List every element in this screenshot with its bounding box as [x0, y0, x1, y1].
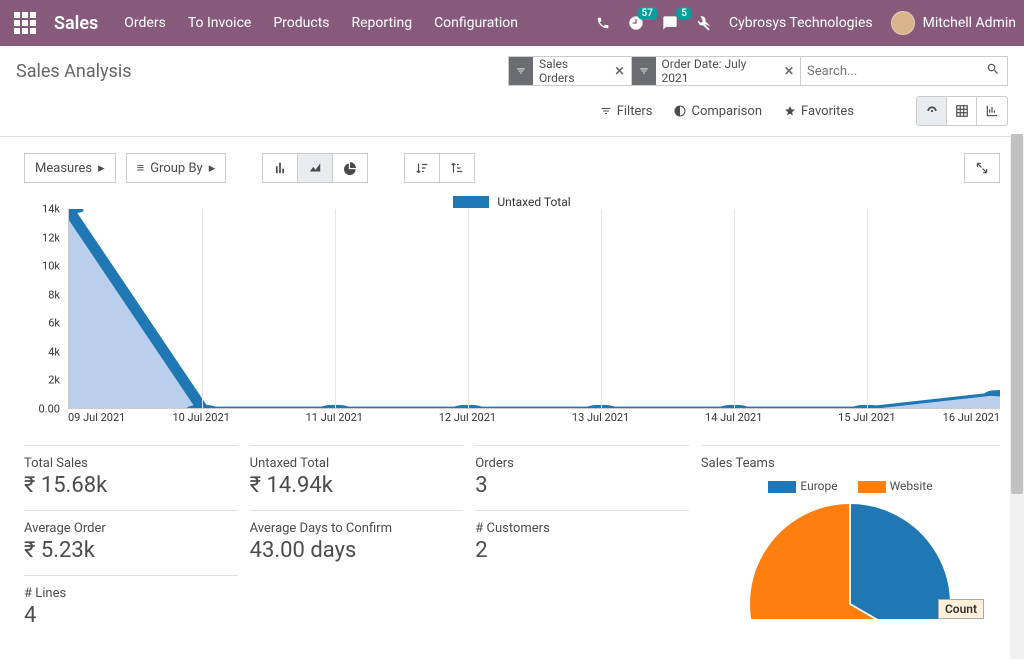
measures-button[interactable]: Measures ▸: [24, 153, 116, 183]
content-area: Measures ▸ ≡ Group By ▸ Untaxed Total 14…: [0, 137, 1024, 662]
chat-icon[interactable]: 5: [662, 15, 678, 31]
filters-button[interactable]: Filters: [600, 104, 653, 119]
kpi-customers: # Customers 2: [475, 510, 689, 575]
list-icon: ≡: [137, 160, 145, 176]
nav-right: 57 5 Cybrosys Technologies Mitchell Admi…: [596, 11, 1016, 35]
sort-asc-button[interactable]: [439, 153, 475, 183]
facet-sales-orders: Sales Orders ✕: [509, 57, 632, 85]
expand-button[interactable]: [964, 153, 1000, 183]
nav-link-configuration[interactable]: Configuration: [434, 15, 518, 31]
kpi-total-sales: Total Sales ₹ 15.68k: [24, 445, 238, 510]
avatar: [891, 11, 915, 35]
top-navbar: Sales Orders To Invoice Products Reporti…: [0, 0, 1024, 46]
comparison-button[interactable]: Comparison: [674, 104, 762, 119]
kpi-average-order: Average Order ₹ 5.23k: [24, 510, 238, 575]
view-switcher: [916, 96, 1008, 126]
pie-legend: Europe Website: [701, 479, 1000, 493]
scrollbar[interactable]: [1010, 134, 1024, 659]
kpi-untaxed-total: Untaxed Total ₹ 14.94k: [250, 445, 464, 510]
chat-badge: 5: [676, 7, 692, 20]
filter-icon: [632, 57, 656, 85]
favorites-button[interactable]: Favorites: [784, 104, 854, 119]
kpi-orders: Orders 3: [475, 445, 689, 510]
legend-europe: Europe: [768, 479, 837, 493]
kpi-avg-days: Average Days to Confirm 43.00 days: [250, 510, 464, 575]
search-icon[interactable]: [979, 62, 1007, 80]
nav-link-orders[interactable]: Orders: [124, 15, 166, 31]
legend-website: Website: [858, 479, 933, 493]
kpi-row: Total Sales ₹ 15.68k Average Order ₹ 5.2…: [24, 445, 1000, 640]
x-axis: 09 Jul 202110 Jul 202111 Jul 202112 Jul …: [68, 411, 1000, 429]
y-axis: 14k12k10k8k6k4k2k0.00: [28, 209, 64, 409]
search-input[interactable]: [801, 64, 979, 79]
timer-icon[interactable]: 57: [628, 15, 644, 31]
facet-label: Order Date: July 2021: [656, 57, 782, 85]
facet-order-date: Order Date: July 2021 ✕: [632, 57, 802, 85]
facet-label: Sales Orders: [533, 57, 613, 85]
pie-tooltip: Count: [938, 599, 984, 619]
page-title: Sales Analysis: [16, 61, 131, 82]
chart-type-group: [262, 153, 368, 183]
phone-icon[interactable]: [596, 16, 610, 30]
user-name: Mitchell Admin: [923, 15, 1016, 31]
sales-teams-panel: Sales Teams Europe Website Count: [701, 445, 1000, 640]
groupby-button[interactable]: ≡ Group By ▸: [126, 153, 227, 183]
bar-chart-button[interactable]: [262, 153, 297, 183]
app-brand[interactable]: Sales: [54, 13, 98, 34]
filter-icon: [509, 57, 533, 85]
area-chart-container: Untaxed Total 14k12k10k8k6k4k2k0.00 09 J…: [24, 195, 1000, 429]
apps-menu-icon[interactable]: [14, 12, 36, 34]
pie-chart-button[interactable]: [332, 153, 368, 183]
nav-links: Orders To Invoice Products Reporting Con…: [124, 15, 518, 31]
kpi-lines: # Lines 4: [24, 575, 238, 640]
nav-link-products[interactable]: Products: [273, 15, 329, 31]
line-chart-button[interactable]: [297, 153, 332, 183]
user-menu[interactable]: Mitchell Admin: [891, 11, 1016, 35]
nav-link-reporting[interactable]: Reporting: [352, 15, 413, 31]
pie-chart: [745, 499, 955, 619]
area-chart: 14k12k10k8k6k4k2k0.00 09 Jul 202110 Jul …: [28, 209, 1000, 429]
caret-right-icon: ▸: [209, 161, 216, 176]
legend-label: Untaxed Total: [497, 195, 570, 209]
facet-close-icon[interactable]: ✕: [612, 64, 630, 78]
timer-badge: 57: [637, 7, 658, 20]
nav-link-to-invoice[interactable]: To Invoice: [188, 15, 252, 31]
view-dashboard-button[interactable]: [917, 97, 947, 125]
view-graph-button[interactable]: [977, 97, 1007, 125]
company-name[interactable]: Cybrosys Technologies: [729, 15, 873, 31]
sort-desc-button[interactable]: [404, 153, 439, 183]
teams-title: Sales Teams: [701, 445, 1000, 475]
facet-close-icon[interactable]: ✕: [782, 64, 800, 78]
chart-legend: Untaxed Total: [24, 195, 1000, 209]
tools-icon[interactable]: [696, 16, 711, 31]
sort-group: [404, 153, 475, 183]
control-panel: Sales Analysis Sales Orders ✕ Order Date…: [0, 46, 1024, 137]
caret-right-icon: ▸: [98, 161, 105, 176]
legend-swatch: [453, 196, 489, 208]
view-pivot-button[interactable]: [947, 97, 977, 125]
search-bar: Sales Orders ✕ Order Date: July 2021 ✕: [508, 56, 1008, 86]
scrollbar-thumb[interactable]: [1011, 134, 1023, 494]
graph-toolbar: Measures ▸ ≡ Group By ▸: [24, 153, 1000, 183]
plot-area: [68, 209, 1000, 409]
